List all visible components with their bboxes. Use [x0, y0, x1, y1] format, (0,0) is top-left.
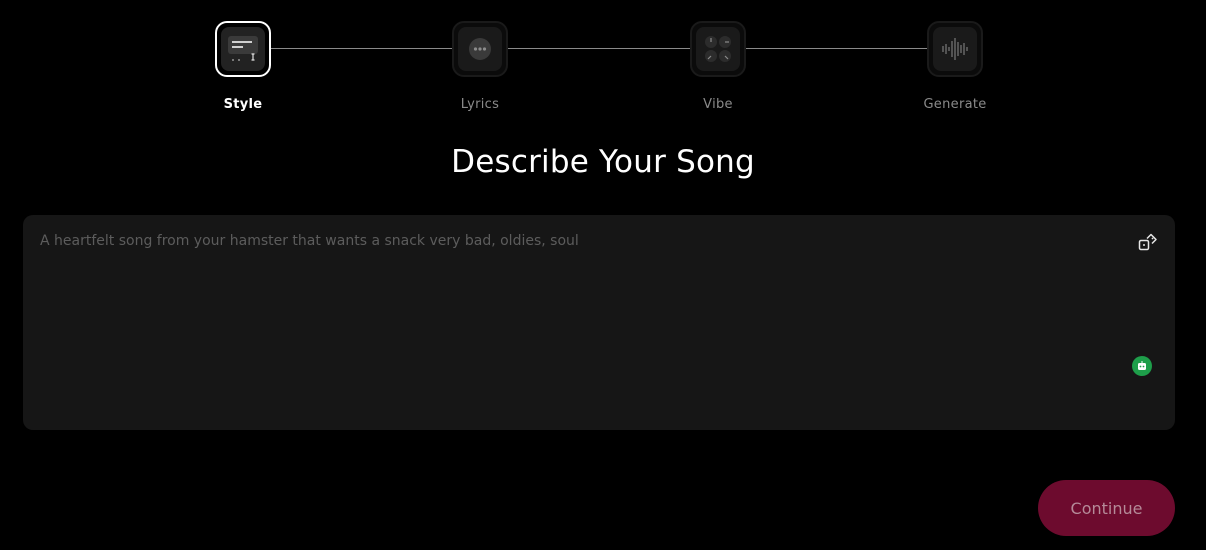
step-style[interactable]: Style: [183, 21, 303, 112]
robot-icon: [1138, 361, 1146, 370]
step-generate-box[interactable]: [927, 21, 983, 77]
page-title: Describe Your Song: [451, 144, 755, 180]
step-style-label: Style: [223, 97, 263, 112]
extension-badge[interactable]: [1132, 356, 1152, 376]
dice-icon: [1138, 233, 1157, 251]
continue-button[interactable]: Continue: [1038, 480, 1175, 536]
stepper: Style Lyrics Vibe Generate: [0, 0, 1206, 120]
song-description-input[interactable]: [40, 233, 1120, 413]
step-vibe[interactable]: Vibe: [658, 21, 778, 112]
step-vibe-box[interactable]: [690, 21, 746, 77]
step-lyrics-label: Lyrics: [460, 97, 500, 112]
style-icon: [228, 36, 258, 61]
chat-bubble-icon: [469, 38, 491, 60]
randomize-button[interactable]: [1137, 231, 1159, 253]
step-lyrics-box[interactable]: [452, 21, 508, 77]
step-lyrics[interactable]: Lyrics: [420, 21, 540, 112]
step-style-box[interactable]: [215, 21, 271, 77]
step-generate[interactable]: Generate: [895, 21, 1015, 112]
waveform-icon: [942, 38, 968, 60]
step-generate-label: Generate: [923, 97, 987, 112]
prompt-panel: [23, 215, 1175, 430]
step-vibe-label: Vibe: [703, 97, 733, 112]
knobs-icon: [705, 36, 731, 62]
